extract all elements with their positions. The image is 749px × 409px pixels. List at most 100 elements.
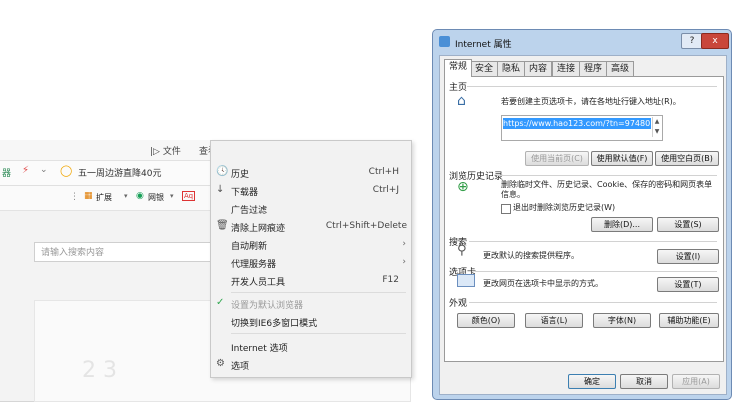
browser-window: |▷ 文件 查看 收藏 工具 帮助 ♡ — ▭ ✕ 器 ⚡ ⌄ ◯ 五一周边游直… [0, 140, 412, 402]
clock-icon: 🕓 [216, 166, 229, 177]
section-divider [475, 271, 717, 272]
dialog-titlebar[interactable]: Internet 属性 ? x [433, 30, 731, 54]
use-blank-button[interactable]: 使用空白页(B) [655, 151, 719, 166]
menu-item-devtools[interactable]: 开发人员工具 F12 [211, 272, 411, 290]
menu-item-clear-traces[interactable]: 🗑 清除上网痕迹 Ctrl+Shift+Delete [211, 218, 411, 236]
gear-icon: ⚙ [216, 358, 225, 369]
history-settings-button[interactable]: 设置(S) [657, 217, 719, 232]
menu-item-shortcut: Ctrl+Shift+Delete [325, 221, 407, 231]
menu-item-label: 开发人员工具 [231, 278, 286, 288]
section-divider [497, 175, 717, 176]
menu-item-ie6-mode[interactable]: 切换到IE6多窗口模式 [211, 313, 411, 331]
menu-item-label: 清除上网痕迹 [231, 224, 286, 234]
tabs-window-icon [457, 274, 475, 287]
chevron-down-icon[interactable]: ▾ [170, 192, 174, 200]
general-tab-panel: 主页 ⌂ 若要创建主页选项卡，请在各地址行键入地址(R)。 https://ww… [444, 76, 724, 362]
tab-privacy[interactable]: 隐私 [497, 61, 525, 76]
aq-icon[interactable]: Aq [182, 191, 196, 201]
dialog-title: Internet 属性 [455, 40, 512, 50]
help-button[interactable]: ? [681, 33, 703, 49]
page-number-text: 2 3 [82, 358, 117, 383]
chevron-right-icon: › [402, 257, 406, 267]
menu-item-shortcut: Ctrl+J [372, 185, 399, 195]
search-settings-button[interactable]: 设置(I) [657, 249, 719, 264]
menu-item-label: 下载器 [231, 188, 259, 198]
bolt-icon: ⚡ [22, 165, 30, 176]
menu-item-options[interactable]: ⚙ 选项 [211, 356, 411, 374]
menu-item-label: 代理服务器 [231, 260, 277, 270]
netbank-button[interactable]: 网银 [148, 192, 164, 203]
use-current-button: 使用当前页(C) [525, 151, 589, 166]
apply-button: 应用(A) [672, 374, 720, 389]
menu-item-label: 自动刷新 [231, 242, 268, 252]
delete-on-exit-label: 退出时删除浏览历史记录(W) [513, 203, 616, 212]
chevron-down-icon[interactable]: ▾ [124, 192, 128, 200]
search-input[interactable]: 请输入搜索内容 [34, 242, 214, 262]
home-url-field[interactable]: https://www.hao123.com/?tn=97480197_hao_… [501, 115, 663, 141]
tabs-description: 更改网页在选项卡中显示的方式。 [483, 279, 603, 288]
tab-security[interactable]: 安全 [470, 61, 498, 76]
tab-advanced[interactable]: 高级 [606, 61, 634, 76]
magnifier-icon: ⚲ [457, 243, 467, 258]
home-url-text: https://www.hao123.com/?tn=97480197_hao_… [503, 118, 651, 129]
menu-divider [231, 333, 406, 334]
section-divider [469, 302, 717, 303]
menu-item-label: 广告过滤 [231, 206, 268, 216]
ie-settings-icon [439, 36, 450, 47]
chevron-down-icon[interactable]: ⌄ [40, 165, 48, 175]
tab-title[interactable]: 五一周边游直降40元 [78, 166, 161, 179]
tab-content[interactable]: 内容 [524, 61, 552, 76]
section-divider [467, 86, 717, 87]
tab-connections[interactable]: 连接 [552, 61, 580, 76]
menu-item-internet-options[interactable]: Internet 选项 [211, 338, 411, 356]
tab-general[interactable]: 常规 [444, 59, 472, 77]
more-dots-icon[interactable]: ⋮ [70, 192, 79, 202]
languages-button[interactable]: 语言(L) [525, 313, 583, 328]
chevron-right-icon: › [402, 239, 406, 249]
appearance-section-title: 外观 [449, 299, 468, 309]
house-icon: ⌂ [457, 93, 466, 109]
tabs-settings-button[interactable]: 设置(T) [657, 277, 719, 292]
home-description: 若要创建主页选项卡，请在各地址行键入地址(R)。 [501, 97, 681, 106]
extension-icon: ▦ [84, 191, 93, 201]
home-section-title: 主页 [449, 83, 468, 93]
ok-button[interactable]: 确定 [568, 374, 616, 389]
internet-options-dialog: Internet 属性 ? x 常规 安全 隐私 内容 连接 程序 高级 主页 … [432, 29, 732, 400]
menu-item-label: 切换到IE6多窗口模式 [231, 319, 318, 329]
menu-item-history[interactable]: 🕓 历史 Ctrl+H [211, 164, 411, 182]
menu-item-label: 历史 [231, 170, 250, 180]
menu-divider [231, 292, 406, 293]
history-description: 删除临时文件、历史记录、Cookie、保存的密码和网页表单信息。 [501, 180, 713, 199]
history-globe-icon: ⊕ [457, 179, 469, 195]
fonts-button[interactable]: 字体(N) [593, 313, 651, 328]
menu-item-downloader[interactable]: ↓ 下载器 Ctrl+J [211, 182, 411, 200]
menu-item-label: Internet 选项 [231, 344, 288, 354]
menu-item-shortcut: Ctrl+H [368, 167, 399, 177]
cancel-button[interactable]: 取消 [620, 374, 668, 389]
scroll-arrows-icon[interactable]: ▲ ▼ [652, 117, 661, 137]
netbank-icon: ◉ [136, 191, 144, 201]
close-button[interactable]: x [701, 33, 729, 49]
tab-programs[interactable]: 程序 [579, 61, 607, 76]
menu-item-proxy[interactable]: 代理服务器 › [211, 254, 411, 272]
tab-prefix: 器 [2, 169, 12, 179]
dialog-client: 常规 安全 隐私 内容 连接 程序 高级 主页 ⌂ 若要创建主页选项卡，请在各地… [439, 55, 727, 395]
menu-item-shortcut: F12 [382, 275, 399, 285]
accessibility-button[interactable]: 辅助功能(E) [659, 313, 719, 328]
menu-item-adfilter[interactable]: 广告过滤 [211, 200, 411, 218]
menu-file[interactable]: |▷ 文件 [150, 144, 181, 157]
check-icon: ✓ [216, 297, 225, 308]
delete-history-button[interactable]: 删除(D)... [591, 217, 653, 232]
search-logo-icon: ◯ [60, 164, 73, 177]
menu-item-label: 选项 [231, 362, 250, 372]
trash-icon: 🗑 [216, 220, 229, 231]
search-description: 更改默认的搜索提供程序。 [483, 251, 579, 260]
download-icon: ↓ [216, 184, 225, 195]
use-default-button[interactable]: 使用默认值(F) [591, 151, 653, 166]
extension-button[interactable]: 扩展 [96, 192, 112, 203]
delete-on-exit-checkbox[interactable] [501, 204, 511, 214]
menu-item-autorefresh[interactable]: 自动刷新 › [211, 236, 411, 254]
menu-item-label: 设置为默认浏览器 [231, 301, 304, 311]
section-divider [469, 241, 717, 242]
colors-button[interactable]: 颜色(O) [457, 313, 515, 328]
